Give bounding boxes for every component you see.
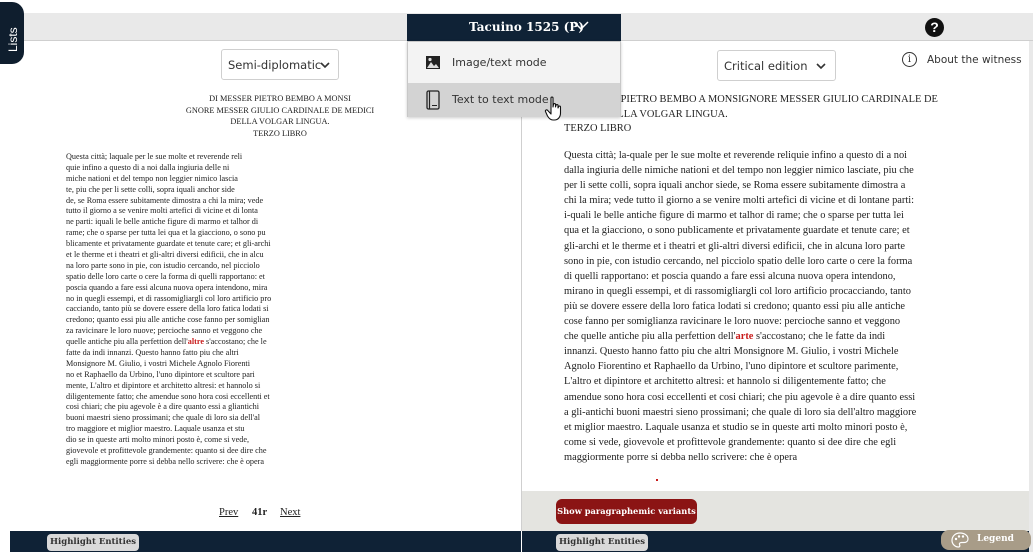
text-line: dalla ingiuria delle nimiche nationi et … [564, 165, 914, 177]
highlight-entities-button-left[interactable]: Highlight Entities [47, 534, 140, 551]
left-gutter [0, 41, 10, 552]
highlighted-word: arte [735, 331, 754, 343]
text-line: L'altro et dipintore et architetto altre… [564, 376, 886, 388]
text-line: cose fanno per somiglianza ravicinare le… [564, 316, 901, 328]
text-line: te, piu che per li sette colli, sopra iq… [66, 184, 235, 194]
highlight-entities-button-right[interactable]: Highlight Entities [556, 534, 649, 551]
show-variants-button[interactable]: Show paragraphemic variants [556, 499, 697, 524]
text-line: blicamente et privatamente guardate et t… [66, 239, 271, 249]
text-line: diligentemente fatto; che amendue sono h… [66, 391, 270, 401]
lists-tab-label: Lists [6, 27, 20, 52]
info-icon: i [902, 52, 917, 67]
critical-text: Questa città; la-quale per le sue molte … [564, 148, 984, 465]
text-line: egli maggiormente porre si debba nello s… [66, 456, 265, 466]
prev-page-link[interactable]: Prev [219, 507, 238, 518]
palette-icon [951, 532, 969, 548]
text-line: più se dovere essere della loro fatica l… [564, 300, 906, 312]
edition-select-right-value: Critical edition [724, 59, 808, 73]
text-line: Questa città; la-quale per le sue molte … [564, 150, 908, 161]
about-witness-label: About the witness [927, 54, 1022, 66]
chevron-down-icon [816, 63, 826, 70]
text-line: che quelle antiche piu alla perfettion d… [564, 331, 886, 343]
text-line: gli-archi et le therme et i theatri et g… [564, 240, 906, 252]
text-line: Questa città; laquale per le sue molte e… [66, 152, 243, 161]
edition-select-right[interactable]: Critical edition [717, 50, 836, 81]
text-line: qua et la giacciono, o sono publicamente… [564, 225, 910, 237]
highlighted-word: altre [187, 337, 204, 347]
text-line: mente, L'altro et dipintore et architett… [66, 380, 261, 390]
text-line: ne parti: iquali le belle antiche figure… [66, 217, 259, 227]
text-line: innanzi. Questo hanno fatto piu che altr… [564, 346, 899, 358]
text-line: tutto il giorno a se venire molti artefi… [66, 206, 258, 216]
text-line: quie infino a questo di a noi dalla ingi… [66, 162, 230, 172]
text-line: miche nationi et del tempo non leggier n… [66, 173, 238, 183]
text-line: come si vede, giovevole et profittevole … [564, 436, 897, 448]
menu-item-label: Image/text mode [452, 56, 547, 69]
text-line: i-quali le belle antiche figure di marmo… [564, 210, 904, 222]
heading-line: TERZO LIBRO [253, 128, 307, 138]
text-line: per li sette colli, sopra iquali anchor … [564, 180, 906, 192]
semi-diplomatic-heading: DI MESSER PIETRO BEMBO A MONSI GNORE MESS… [150, 93, 410, 139]
heading-line: TERZO LIBRO [564, 123, 632, 134]
text-line: sono in pie, con istudio cercando, nel p… [564, 255, 913, 267]
text-line: amendue sono hora cosi eccellenti et cos… [564, 391, 916, 403]
heading-line: DELLA VOLGAR LINGUA. [230, 117, 330, 126]
text-line: chi la mira; vede tutto il giorno a se v… [564, 195, 914, 207]
text-line: no in quegli essempi, et di rassomigliar… [66, 293, 272, 303]
semi-diplomatic-text: Questa città; laquale per le sue molte e… [66, 152, 336, 468]
text-line: quelle antiche piu alla perfettion dell'… [66, 337, 267, 347]
text-line: a gli-antichi buoni maestri sieno prossi… [564, 406, 917, 418]
text-line: spatio delle loro carte o cere la forma … [66, 271, 265, 281]
page-number: 41r [252, 507, 268, 518]
text-line: buoni maestri sieno prossimani; che qual… [66, 413, 261, 423]
book-icon [426, 90, 440, 110]
legend-label: Legend [977, 534, 1014, 544]
view-mode-menu: Image/text mode Text to text mode [407, 41, 621, 117]
text-line: tro maggiore et miglior maestro. Laquale… [66, 424, 245, 434]
heading-line: MEDICI DELLA VOLGAR LINGUA. [564, 108, 728, 120]
chevron-down-icon [320, 62, 330, 69]
lists-tab[interactable]: Lists [0, 2, 24, 64]
witness-label: Tacuino 1525 (P) [469, 20, 585, 34]
menu-item-label: Text to text mode [452, 93, 549, 106]
heading-line: DI MESSER PIETRO BEMBO A MONSIGNORE MESS… [564, 94, 938, 105]
text-line: et miglior maestro. Laquale usanza et st… [564, 421, 908, 433]
text-line: poscia quando a fare essi alcuna nuova o… [66, 282, 268, 292]
chevron-down-icon [573, 21, 589, 31]
help-button[interactable]: ? [925, 18, 944, 37]
heading-line: GNORE MESSER GIULIO CARDINALE DE MEDICI [185, 105, 375, 115]
text-line: mirano in quegli essempi, et di rassomig… [564, 285, 911, 297]
right-gutter [1029, 41, 1033, 552]
text-line: na loro parte sono in pie, con istudio c… [66, 260, 260, 270]
text-line: dio se in queste arti molto minori posto… [66, 435, 250, 445]
image-icon [426, 56, 440, 69]
menu-item-image-text-mode[interactable]: Image/text mode [408, 46, 620, 80]
text-line: maggiormente porre si debba nello scrive… [564, 451, 798, 463]
text-line: Monsignore M. Giulio, i vostri Michele A… [66, 358, 250, 368]
edition-select-left-value: Semi-diplomatic [228, 58, 322, 72]
witness-dropdown[interactable]: Tacuino 1525 (P) [407, 14, 621, 41]
text-line: Agnolo Fiorentino et Raphaello da Urbino… [564, 361, 899, 373]
next-page-link[interactable]: Next [280, 507, 300, 518]
heading-line: DI MESSER PIETRO BEMBO A MONSI [209, 94, 351, 103]
top-bar-strip [0, 0, 1033, 13]
text-line: giovevole et profittevole grandemente: q… [66, 446, 267, 456]
text-line: rame; che o sparse per tutta lei qua et … [66, 228, 266, 238]
text-line: za ravicinare le loro nuove; percioche s… [66, 326, 263, 336]
text-line: cacciando, tanto più se dovere essere de… [66, 304, 269, 314]
text-line: fatte da indi innanzi. Questo hanno fatt… [66, 348, 239, 358]
legend-button[interactable]: Legend [941, 530, 1031, 550]
text-line: cosi chiari; che piu agevole è a dire qu… [66, 402, 260, 412]
text-line: credono; quanto essi piu alle antiche co… [66, 315, 270, 325]
variant-marker [656, 479, 658, 481]
edition-select-left[interactable]: Semi-diplomatic [221, 49, 339, 80]
text-line: de, se Roma essere subitamente dimostra … [66, 195, 264, 205]
text-line: no et Raphaello da Urbino, l'uno dipinto… [66, 369, 255, 379]
critical-heading: DI MESSER PIETRO BEMBO A MONSIGNORE MESS… [564, 93, 964, 137]
text-line: di quelli rapportano: et poscia quando a… [564, 270, 896, 282]
menu-item-text-to-text-mode[interactable]: Text to text mode [408, 83, 620, 117]
text-line: et le therme et i theatri et gli-altri d… [66, 250, 264, 260]
hand-pointer-icon [544, 96, 562, 121]
